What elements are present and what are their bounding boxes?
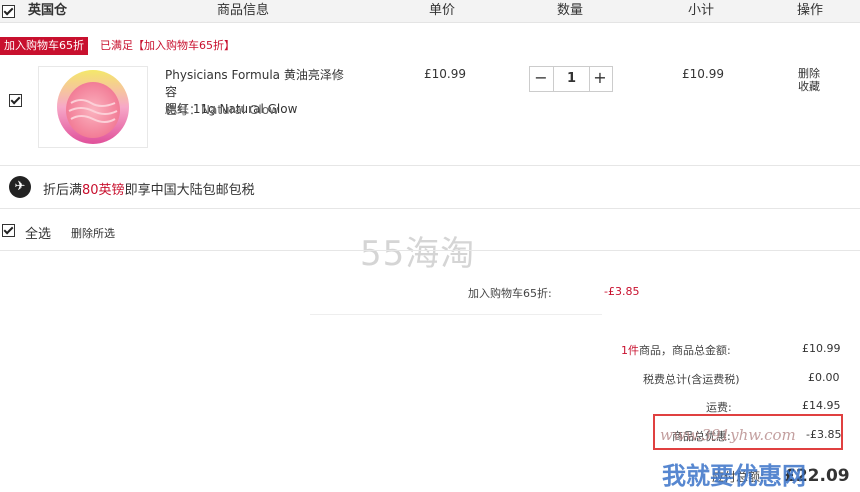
blush-compact-image [57,70,129,144]
item-subtotal: £10.99 [682,67,724,81]
warehouse-checkbox[interactable] [2,5,15,18]
product-name-line1[interactable]: Physicians Formula 黄油亮泽修容 [165,67,355,101]
divider [0,250,860,251]
shipping-note: 折后满80英镑即享中国大陆包邮包税 [43,179,255,198]
col-price: 单价 [429,3,456,18]
unit-price: £10.99 [424,67,466,81]
promo-badge: 加入购物车65折 [0,37,88,55]
cart-header: 英国仓 商品信息 单价 数量 小计 操作 [0,0,860,23]
shipping-prefix: 折后满 [43,183,83,198]
divider [0,208,860,209]
save-link[interactable]: 收藏 [798,80,820,93]
select-all-label[interactable]: 全选 [25,223,51,242]
item-actions: 删除 收藏 [798,67,820,93]
shipping-threshold: 80英镑 [82,183,125,198]
col-action: 操作 [797,3,824,18]
shipping-suffix: 即享中国大陆包邮包税 [124,183,255,198]
shipping-fee-value: £14.95 [802,399,841,412]
items-total-value: £10.99 [802,342,841,355]
quantity-stepper: − 1 + [529,66,613,92]
url-watermark: www.391yhw.com [660,426,796,444]
tax-label: 税费总计(含运费税) [643,373,740,386]
items-label: 商品，商品总金额: [639,344,731,357]
tax-value: £0.00 [808,371,840,384]
product-thumbnail[interactable] [38,66,148,148]
select-all-checkbox[interactable] [2,224,15,237]
delete-selected-link[interactable]: 删除所选 [71,225,115,241]
warehouse-label: 英国仓 [28,3,68,18]
shipping-fee-label: 运费: [706,401,732,414]
items-count: 1件 [621,344,639,357]
quantity-input[interactable]: 1 [553,67,590,91]
decrease-button[interactable]: − [530,67,552,91]
discount-value: -£3.85 [604,285,640,298]
delete-link[interactable]: 删除 [798,67,820,80]
promo-note: 已满足【加入购物车65折】 [100,39,235,52]
discount-label: 加入购物车65折: [468,287,552,300]
increase-button[interactable]: + [589,67,611,91]
summary-divider [310,314,602,315]
brand-watermark: 我就要优惠网 [662,462,806,490]
divider [0,165,860,166]
airplane-icon: ✈ [9,176,31,198]
col-subtotal: 小计 [688,3,715,18]
product-shade: 色号：Natural Glow [165,103,279,117]
col-qty: 数量 [557,3,584,18]
items-total-label: 1件商品，商品总金额: [621,342,731,358]
item-checkbox[interactable] [9,94,22,107]
col-product: 商品信息 [217,3,270,18]
